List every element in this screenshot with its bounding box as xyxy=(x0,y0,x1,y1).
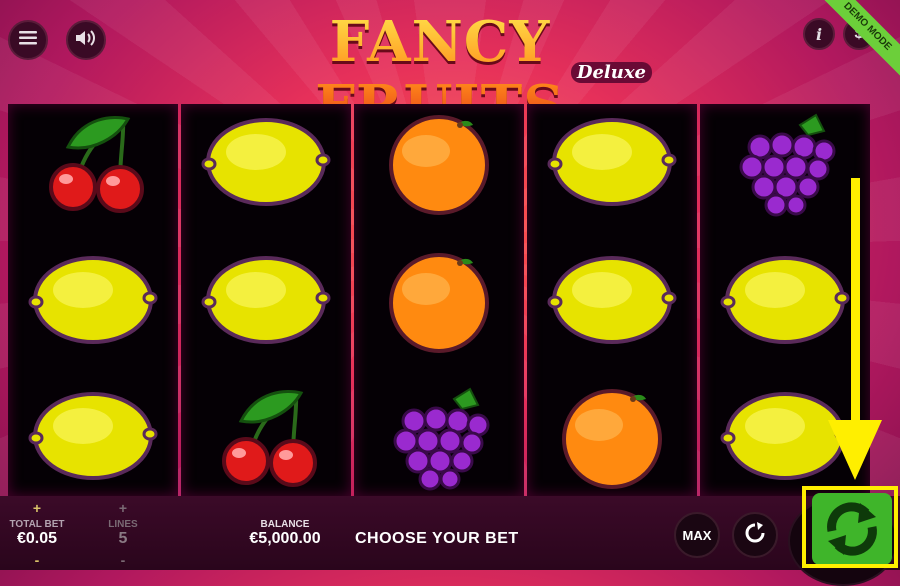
annotation-highlight-box xyxy=(802,486,898,568)
grapes-symbol xyxy=(369,380,509,492)
autoplay-icon xyxy=(743,521,767,550)
game-subtitle: Deluxe xyxy=(570,62,652,83)
menu-button[interactable] xyxy=(8,20,48,60)
reel-3 xyxy=(354,104,524,496)
cherries-symbol xyxy=(196,380,336,492)
info-button[interactable]: i xyxy=(803,18,835,50)
total-bet-value: €0.05 xyxy=(16,530,58,547)
max-bet-label: MAX xyxy=(682,527,712,543)
total-bet-decrease[interactable]: - xyxy=(22,552,52,568)
lines-increase[interactable]: + xyxy=(108,500,138,516)
reel-2 xyxy=(181,104,351,496)
max-bet-button[interactable]: MAX xyxy=(674,512,720,558)
lines-value: 5 xyxy=(118,530,128,547)
lemon-symbol xyxy=(23,380,163,492)
speaker-icon xyxy=(75,29,97,52)
lemon-symbol xyxy=(715,244,855,356)
sound-button[interactable] xyxy=(66,20,106,60)
annotation-arrow-shaft xyxy=(851,178,860,433)
reel-grid xyxy=(8,104,893,496)
lemon-symbol xyxy=(542,106,682,218)
orange-symbol xyxy=(542,380,682,492)
orange-symbol xyxy=(369,244,509,356)
balance-label: BALANCE xyxy=(260,519,310,530)
total-bet-label: TOTAL BET xyxy=(9,519,65,530)
lemon-symbol xyxy=(23,244,163,356)
lemon-symbol xyxy=(196,106,336,218)
grapes-symbol xyxy=(715,106,855,218)
orange-symbol xyxy=(369,106,509,218)
balance-value: €5,000.00 xyxy=(249,530,321,547)
lemon-symbol xyxy=(196,244,336,356)
lines-label: LINES xyxy=(108,519,138,530)
reel-4 xyxy=(527,104,697,496)
lines-decrease[interactable]: - xyxy=(108,552,138,568)
reel-1 xyxy=(8,104,178,496)
status-message: CHOOSE YOUR BET xyxy=(355,530,519,547)
autoplay-button[interactable] xyxy=(732,512,778,558)
top-bar: FANCY FRUITS Deluxe i $ DEMO MODE xyxy=(0,0,900,138)
info-icon: i xyxy=(815,24,823,44)
total-bet-increase[interactable]: + xyxy=(22,500,52,516)
cherries-symbol xyxy=(23,106,163,218)
hamburger-icon xyxy=(19,30,37,50)
game-logo: FANCY FRUITS Deluxe xyxy=(220,10,660,138)
lemon-symbol xyxy=(542,244,682,356)
annotation-arrow-head xyxy=(828,420,882,480)
